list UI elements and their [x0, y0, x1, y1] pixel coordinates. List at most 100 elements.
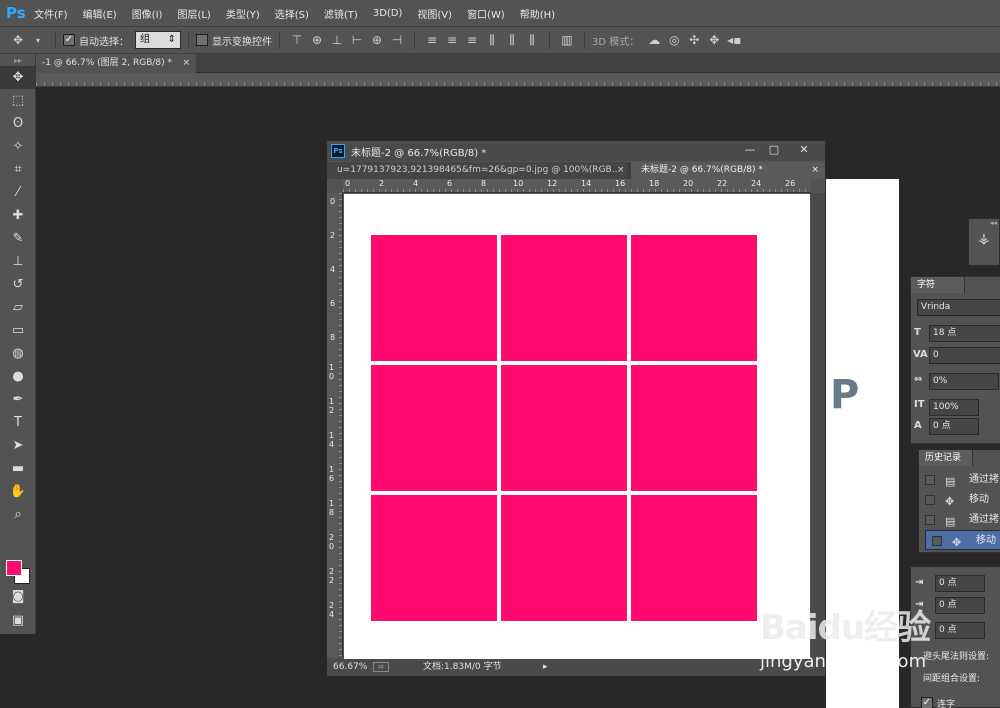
- marquee-tool-icon[interactable]: ⬚: [0, 89, 36, 112]
- magic-wand-icon[interactable]: ✧: [0, 135, 36, 158]
- path-select-icon[interactable]: ➤: [0, 434, 36, 457]
- grid-tile[interactable]: [371, 365, 497, 491]
- grid-tile[interactable]: [631, 235, 757, 361]
- foreground-color-swatch[interactable]: [6, 560, 22, 576]
- maximize-button[interactable]: □: [763, 143, 785, 157]
- 3d-scale-icon[interactable]: ◂▪: [725, 31, 743, 49]
- gradient-tool-icon[interactable]: ▭: [0, 319, 36, 342]
- grid-tile[interactable]: [501, 235, 627, 361]
- menu-3d[interactable]: 3D(D): [373, 8, 403, 19]
- auto-select-dropdown[interactable]: 组 ⇕: [135, 31, 181, 49]
- status-arrow-icon[interactable]: ▸: [543, 659, 548, 676]
- menu-layer[interactable]: 图层(L): [177, 6, 210, 21]
- close-button[interactable]: ✕: [787, 143, 821, 157]
- align-bottom-icon[interactable]: ⊥: [328, 31, 346, 49]
- auto-align-icon[interactable]: ▥: [558, 31, 576, 49]
- align-hcenter-icon[interactable]: ⊕: [368, 31, 386, 49]
- dodge-tool-icon[interactable]: ●: [0, 365, 36, 388]
- auto-select-checkbox[interactable]: ✓: [63, 34, 75, 46]
- font-size-field[interactable]: 18 点: [929, 325, 1000, 342]
- show-transform-checkbox[interactable]: [196, 34, 208, 46]
- healing-brush-icon[interactable]: ✚: [0, 204, 36, 227]
- distribute-bottom-icon[interactable]: ≡: [463, 31, 481, 49]
- distribute-right-icon[interactable]: ⫼: [523, 31, 541, 49]
- align-right-icon[interactable]: ⊣: [388, 31, 406, 49]
- move-tool-icon[interactable]: ✥: [0, 66, 36, 89]
- tab-close-icon[interactable]: ×: [182, 54, 190, 73]
- hand-tool-icon[interactable]: ✋: [0, 480, 36, 503]
- document-window[interactable]: Ps 未标题-2 @ 66.7%(RGB/8) * — □ ✕ u=177913…: [326, 140, 826, 677]
- crop-tool-icon[interactable]: ⌗: [0, 158, 36, 181]
- history-item[interactable]: ▤ 通过拷: [919, 510, 1000, 530]
- quick-mask-icon[interactable]: ◙: [0, 585, 36, 608]
- space-after-field[interactable]: 0 点: [935, 622, 985, 639]
- grid-tile[interactable]: [631, 495, 757, 621]
- space-before-field[interactable]: 0 点: [935, 597, 985, 614]
- grid-tile[interactable]: [631, 365, 757, 491]
- align-vcenter-icon[interactable]: ⊕: [308, 31, 326, 49]
- tab-character[interactable]: 字符: [911, 277, 965, 293]
- history-item[interactable]: ✥ 移动: [919, 490, 1000, 510]
- hyphenate-checkbox[interactable]: ✓: [921, 697, 933, 708]
- chevron-down-icon[interactable]: ▾: [29, 31, 47, 49]
- eyedropper-icon[interactable]: ⁄: [0, 181, 36, 204]
- menu-type[interactable]: 类型(Y): [226, 6, 260, 21]
- move-tool-icon[interactable]: ✥: [9, 31, 27, 49]
- minimize-button[interactable]: —: [739, 143, 761, 157]
- lasso-tool-icon[interactable]: ʘ: [0, 112, 36, 135]
- screen-mode-icon[interactable]: ▣: [0, 609, 36, 632]
- menu-file[interactable]: 文件(F): [34, 6, 68, 21]
- tab-document-1[interactable]: -1 @ 66.7% (图层 2, RGB/8) * ×: [36, 54, 196, 73]
- grid-tile[interactable]: [501, 365, 627, 491]
- snapshot-checkbox[interactable]: [932, 536, 942, 546]
- font-family-field[interactable]: Vrinda: [917, 299, 1000, 316]
- distribute-hcenter-icon[interactable]: ⫼: [503, 31, 521, 49]
- menu-window[interactable]: 窗口(W): [467, 6, 505, 21]
- 3d-slide-icon[interactable]: ✥: [705, 31, 723, 49]
- 3d-orbit-icon[interactable]: ☁: [645, 31, 663, 49]
- snapshot-checkbox[interactable]: [925, 495, 935, 505]
- 3d-roll-icon[interactable]: ◎: [665, 31, 683, 49]
- align-top-icon[interactable]: ⊤: [288, 31, 306, 49]
- snapshot-checkbox[interactable]: [925, 515, 935, 525]
- shape-tool-icon[interactable]: ▬: [0, 457, 36, 480]
- canvas[interactable]: [344, 194, 810, 659]
- stamp-tool-icon[interactable]: ⊥: [0, 250, 36, 273]
- menu-select[interactable]: 选择(S): [275, 6, 309, 21]
- brush-panel-icon[interactable]: ⚶: [969, 231, 999, 247]
- menu-edit[interactable]: 编辑(E): [83, 6, 117, 21]
- history-brush-icon[interactable]: ↺: [0, 273, 36, 296]
- pen-tool-icon[interactable]: ✒: [0, 388, 36, 411]
- tracking-field[interactable]: 0%: [929, 373, 999, 390]
- vertical-scrollbar[interactable]: [811, 193, 825, 657]
- history-item[interactable]: ▤ 通过拷: [919, 470, 1000, 490]
- grid-tile[interactable]: [371, 495, 497, 621]
- blur-tool-icon[interactable]: ◍: [0, 342, 36, 365]
- brush-tool-icon[interactable]: ✎: [0, 227, 36, 250]
- history-item-selected[interactable]: ✥ 移动: [925, 530, 1000, 550]
- panel-grip[interactable]: ◂◂: [969, 219, 999, 227]
- baseline-shift-field[interactable]: 0 点: [929, 418, 979, 435]
- tab-close-icon[interactable]: ×: [617, 162, 625, 179]
- tab-close-icon[interactable]: ×: [811, 162, 819, 179]
- snapshot-checkbox[interactable]: [925, 475, 935, 485]
- type-tool-icon[interactable]: T: [0, 411, 36, 434]
- distribute-vcenter-icon[interactable]: ≡: [443, 31, 461, 49]
- distribute-top-icon[interactable]: ≡: [423, 31, 441, 49]
- grid-tile[interactable]: [371, 235, 497, 361]
- align-left-icon[interactable]: ⊢: [348, 31, 366, 49]
- 3d-pan-icon[interactable]: ✣: [685, 31, 703, 49]
- tab-jpg-document[interactable]: u=1779137923,921398465&fm=26&gp=0.jpg @ …: [327, 162, 627, 179]
- zoom-level[interactable]: 66.67%: [333, 659, 367, 676]
- document-title-bar[interactable]: Ps 未标题-2 @ 66.7%(RGB/8) * — □ ✕: [327, 141, 825, 161]
- menu-image[interactable]: 图像(I): [132, 6, 163, 21]
- menu-view[interactable]: 视图(V): [417, 6, 452, 21]
- grid-tile[interactable]: [501, 495, 627, 621]
- tab-history[interactable]: 历史记录: [919, 450, 973, 466]
- toolbox-grip[interactable]: ▸▸: [0, 54, 36, 66]
- indent-left-field[interactable]: 0 点: [935, 575, 985, 592]
- kerning-field[interactable]: 0: [929, 347, 1000, 364]
- distribute-left-icon[interactable]: ⫼: [483, 31, 501, 49]
- menu-help[interactable]: 帮助(H): [520, 6, 555, 21]
- vertical-scale-field[interactable]: 100%: [929, 399, 979, 416]
